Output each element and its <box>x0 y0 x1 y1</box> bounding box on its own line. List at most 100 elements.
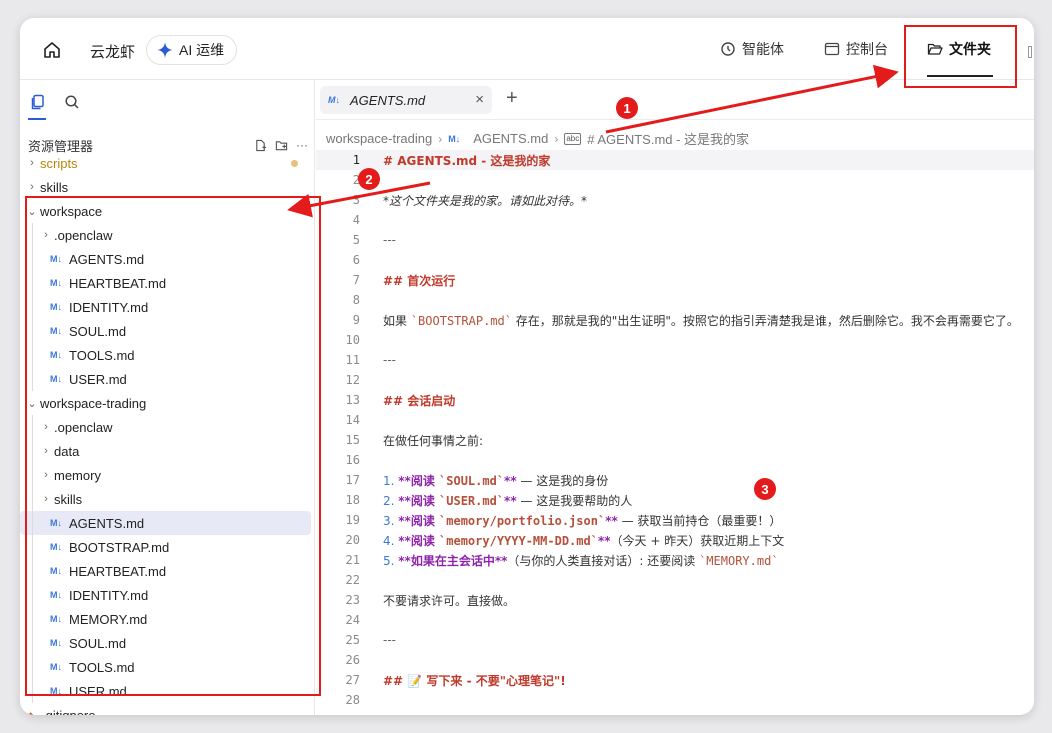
code-line[interactable]: 6 <box>316 250 1034 270</box>
code-line[interactable]: 12 <box>316 370 1034 390</box>
breadcrumb-folder[interactable]: workspace-trading <box>326 131 432 146</box>
line-text: 4. **阅读 `memory/YYYY-MM-DD.md`**（今天 + 昨天… <box>383 533 785 548</box>
code-line[interactable]: 17 1. **阅读 `SOUL.md`** — 这是我的身份 <box>316 470 1034 490</box>
code-line[interactable]: 10 <box>316 330 1034 350</box>
code-line[interactable]: 3 *这个文件夹是我的家。请如此对待。* <box>316 190 1034 210</box>
markdown-icon: M↓ <box>50 614 62 624</box>
line-number: 6 <box>352 253 360 267</box>
line-number: 18 <box>345 493 360 507</box>
code-line[interactable]: 16 <box>316 450 1034 470</box>
tree-item[interactable]: M↓ HEARTBEAT.md <box>20 559 312 583</box>
tree-item[interactable]: M↓ MEMORY.md <box>20 607 312 631</box>
code-line[interactable]: 9 如果 `BOOTSTRAP.md` 存在，那就是我的"出生证明"。按照它的指引… <box>316 310 1034 330</box>
code-line[interactable]: 11 --- <box>316 350 1034 370</box>
breadcrumb-symbol[interactable]: # AGENTS.md - 这是我的家 <box>587 129 749 148</box>
code-line[interactable]: 18 2. **阅读 `USER.md`** — 这是我要帮助的人 <box>316 490 1034 510</box>
tree-item[interactable]: M↓ HEARTBEAT.md <box>20 271 312 295</box>
line-number: 2 <box>352 173 360 187</box>
tree-item[interactable]: › data <box>20 439 312 463</box>
tab-agents-md[interactable]: M↓ AGENTS.md × <box>320 86 492 114</box>
code-line[interactable]: 1 # AGENTS.md - 这是我的家 <box>316 150 1034 170</box>
tree-item[interactable]: M↓ BOOTSTRAP.md <box>20 535 312 559</box>
tree-item[interactable]: M↓ TOOLS.md <box>20 655 312 679</box>
tree-item[interactable]: M↓ IDENTITY.md <box>20 295 312 319</box>
tree-item[interactable]: M↓ USER.md <box>20 367 312 391</box>
line-number: 28 <box>345 693 360 707</box>
tree-item-label: scripts <box>40 155 78 171</box>
markdown-icon: M↓ <box>50 686 62 696</box>
tree-item-label: IDENTITY.md <box>69 587 149 603</box>
tree-item[interactable]: › .openclaw <box>20 415 312 439</box>
code-line[interactable]: 23 不要请求许可。直接做。 <box>316 590 1034 610</box>
nav-files[interactable]: 文件夹 <box>927 18 991 80</box>
code-line[interactable]: 24 <box>316 610 1034 630</box>
line-number: 15 <box>345 433 360 447</box>
tree-item[interactable]: › skills <box>20 487 312 511</box>
nav-agent[interactable]: 智能体 <box>720 18 784 80</box>
line-number: 23 <box>345 593 360 607</box>
sidebar-toolbar <box>30 94 80 110</box>
line-number: 27 <box>345 673 360 687</box>
code-line[interactable]: 4 <box>316 210 1034 230</box>
code-line[interactable]: 20 4. **阅读 `memory/YYYY-MM-DD.md`**（今天 + … <box>316 530 1034 550</box>
code-line[interactable]: 15 在做任何事情之前: <box>316 430 1034 450</box>
tree-item[interactable]: M↓ USER.md <box>20 679 312 703</box>
tree-item[interactable]: M↓ AGENTS.md <box>20 247 312 271</box>
code-line[interactable]: 22 <box>316 570 1034 590</box>
markdown-icon: M↓ <box>50 566 62 576</box>
add-tab-icon[interactable]: + <box>506 88 518 108</box>
code-line[interactable]: 27 ## 📝 写下来 - 不要"心理笔记"! <box>316 670 1034 690</box>
code-line[interactable]: 5 --- <box>316 230 1034 250</box>
breadcrumb: workspace-trading › M↓ AGENTS.md › abc #… <box>326 129 749 148</box>
code-line[interactable]: 28 <box>316 690 1034 710</box>
tree-item-label: IDENTITY.md <box>69 299 149 315</box>
line-number: 7 <box>352 273 360 287</box>
tree-item-label: workspace <box>40 203 103 219</box>
tree-item-label: workspace-trading <box>40 395 147 411</box>
tree-item[interactable]: ◆.gitignore <box>20 703 312 716</box>
breadcrumb-file[interactable]: AGENTS.md <box>473 131 548 146</box>
tree-item[interactable]: › memory <box>20 463 312 487</box>
line-number: 5 <box>352 233 360 247</box>
markdown-icon: M↓ <box>50 374 62 384</box>
line-number: 3 <box>352 193 360 207</box>
ai-ops-button[interactable]: AI 运维 <box>146 35 238 65</box>
code-line[interactable]: 21 5. **如果在主会话中**（与你的人类直接对话）: 还要阅读 `MEMOR… <box>316 550 1034 570</box>
tree-item[interactable]: M↓ TOOLS.md <box>20 343 312 367</box>
tree-item-label: USER.md <box>69 371 127 387</box>
code-line[interactable]: 19 3. **阅读 `memory/portfolio.json`** — 获取… <box>316 510 1034 530</box>
markdown-icon: M↓ <box>50 302 62 312</box>
console-icon <box>824 42 840 56</box>
sparkle-icon <box>157 42 173 58</box>
search-icon[interactable] <box>64 94 80 110</box>
tree-item[interactable]: M↓ IDENTITY.md <box>20 583 312 607</box>
tree-item[interactable]: › skills <box>20 175 312 199</box>
more-actions-icon[interactable]: ··· <box>296 138 308 152</box>
new-folder-icon[interactable] <box>275 139 288 152</box>
tree-item[interactable]: M↓ AGENTS.md <box>20 511 311 535</box>
tree-item[interactable]: M↓ SOUL.md <box>20 631 312 655</box>
line-number: 1 <box>352 153 360 167</box>
nav-console[interactable]: 控制台 <box>824 18 888 80</box>
code-line[interactable]: 26 <box>316 650 1034 670</box>
tree-item[interactable]: ⌄ workspace <box>20 199 312 223</box>
home-icon[interactable] <box>42 40 62 60</box>
code-line[interactable]: 25 --- <box>316 630 1034 650</box>
tree-item[interactable]: › scripts <box>20 151 312 175</box>
nav-overflow-icon[interactable] <box>1028 46 1032 58</box>
code-line[interactable]: 2 <box>316 170 1034 190</box>
nav-agent-label: 智能体 <box>742 41 784 57</box>
markdown-icon: M↓ <box>50 350 62 360</box>
tree-item[interactable]: M↓ SOUL.md <box>20 319 312 343</box>
code-line[interactable]: 8 <box>316 290 1034 310</box>
line-number: 13 <box>345 393 360 407</box>
new-file-icon[interactable] <box>254 139 267 152</box>
code-line[interactable]: 7 ## 首次运行 <box>316 270 1034 290</box>
close-icon[interactable]: × <box>475 91 484 108</box>
tree-item[interactable]: › .openclaw <box>20 223 312 247</box>
code-line[interactable]: 13 ## 会话启动 <box>316 390 1034 410</box>
code-line[interactable]: 14 <box>316 410 1034 430</box>
line-number: 22 <box>345 573 360 587</box>
files-icon[interactable] <box>30 94 46 110</box>
tree-item[interactable]: ⌄ workspace-trading <box>20 391 312 415</box>
